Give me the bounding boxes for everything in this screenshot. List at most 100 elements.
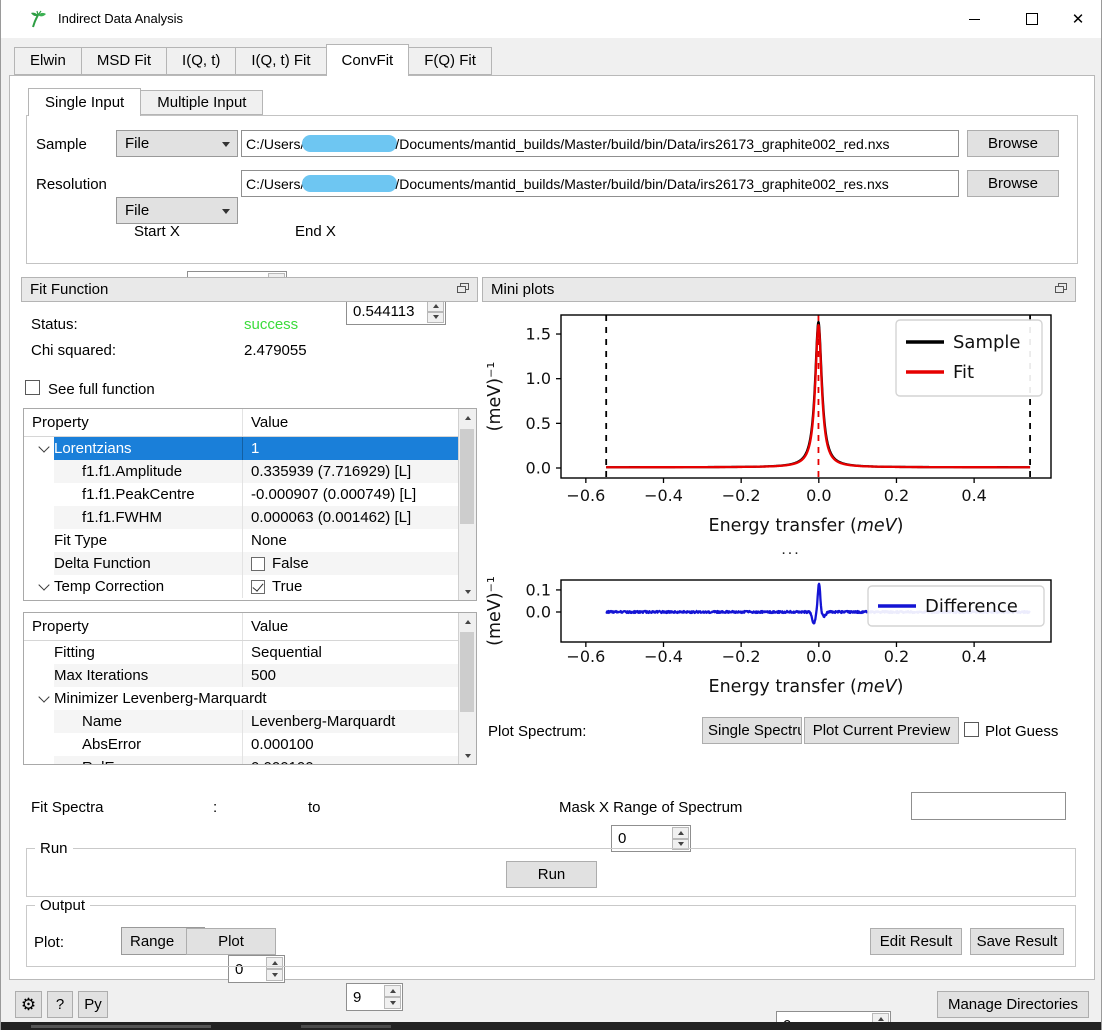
scroll-down-icon[interactable] [459, 747, 476, 764]
tab-iqt-fit[interactable]: I(Q, t) Fit [235, 47, 326, 75]
scrollbar-thumb[interactable] [460, 429, 474, 524]
fit-spectra-colon: : [213, 799, 217, 816]
svg-text:Difference: Difference [925, 596, 1018, 617]
sample-path-field[interactable]: C:/Users//Documents/mantid_builds/Master… [241, 130, 959, 157]
vertical-scrollbar[interactable] [458, 409, 476, 600]
table-row[interactable]: Fit TypeNone [24, 529, 476, 552]
edit-result-button[interactable]: Edit Result [870, 928, 962, 955]
plot-current-preview-button[interactable]: Plot Current Preview [804, 717, 959, 744]
tab-convfit[interactable]: ConvFit [326, 44, 410, 76]
end-x-spinbox[interactable]: 0.544113 [346, 298, 446, 325]
redacted-username-blob [302, 135, 397, 152]
table-row[interactable]: f1.f1.Amplitude0.335939 (7.716929) [L] [24, 460, 476, 483]
resolution-browse-button[interactable]: Browse [967, 170, 1059, 197]
value-text: False [272, 555, 309, 572]
table-row[interactable]: Minimizer Levenberg-Marquardt [24, 687, 476, 710]
column-header-property: Property [24, 618, 242, 635]
chi-squared-value: 2.479055 [244, 342, 307, 359]
sample-source-combo[interactable]: File [116, 130, 238, 157]
run-group-legend: Run [35, 840, 73, 857]
table-row[interactable]: Max Iterations500 [24, 664, 476, 687]
row-gutter [24, 552, 54, 575]
svg-text:−0.2: −0.2 [722, 486, 761, 505]
sample-path-suffix: /Documents/mantid_builds/Master/build/bi… [395, 136, 889, 152]
tab-fq-fit[interactable]: F(Q) Fit [408, 47, 492, 75]
plots-splitter-handle[interactable]: ... [741, 546, 841, 554]
minimize-button[interactable] [951, 0, 997, 38]
spin-down-icon[interactable] [384, 997, 401, 1009]
value-checkbox[interactable] [251, 557, 265, 571]
expander-chevron-icon[interactable] [24, 575, 54, 598]
sample-browse-button[interactable]: Browse [967, 130, 1059, 157]
run-button[interactable]: Run [506, 861, 597, 888]
table-row[interactable]: AbsError0.000100 [24, 733, 476, 756]
scroll-down-icon[interactable] [459, 583, 476, 600]
float-panel-icon[interactable] [1055, 281, 1067, 298]
value-checkbox[interactable] [251, 580, 265, 594]
start-x-label: Start X [134, 223, 180, 240]
manage-directories-button[interactable]: Manage Directories [937, 991, 1089, 1018]
value-cell: 0.000063 (0.001462) [L] [242, 506, 476, 529]
expander-chevron-icon[interactable] [24, 437, 54, 460]
tab-msd-fit[interactable]: MSD Fit [81, 47, 167, 75]
main-tab-bar: Elwin MSD Fit I(Q, t) I(Q, t) Fit ConvFi… [14, 44, 492, 75]
value-cell: False [242, 552, 476, 575]
save-result-button[interactable]: Save Result [970, 928, 1064, 955]
see-full-function-checkbox[interactable] [25, 380, 40, 395]
fit-properties-table[interactable]: PropertyValueLorentzians1f1.f1.Amplitude… [23, 408, 477, 601]
spin-up-icon[interactable] [384, 985, 401, 997]
vertical-scrollbar[interactable] [458, 613, 476, 764]
settings-button[interactable]: ⚙ [15, 991, 42, 1018]
property-cell: Name [54, 710, 242, 733]
table-row[interactable]: FittingSequential [24, 641, 476, 664]
window-title: Indirect Data Analysis [58, 11, 183, 26]
value-cell: Sequential [242, 641, 476, 664]
fit-settings-table[interactable]: PropertyValueFittingSequentialMax Iterat… [23, 612, 477, 765]
plot-guess-checkbox[interactable] [964, 722, 979, 737]
table-row[interactable]: Delta FunctionFalse [24, 552, 476, 575]
table-row[interactable]: Lorentzians1 [24, 437, 476, 460]
tab-elwin[interactable]: Elwin [14, 47, 82, 75]
scroll-up-icon[interactable] [459, 409, 476, 426]
resolution-path-prefix: C:/Users/ [246, 176, 304, 192]
table-row[interactable]: f1.f1.PeakCentre-0.000907 (0.000749) [L] [24, 483, 476, 506]
close-button[interactable]: ✕ [1055, 0, 1101, 38]
spin-up-icon[interactable] [672, 827, 689, 839]
scroll-up-icon[interactable] [459, 613, 476, 630]
mask-range-field[interactable] [911, 792, 1066, 820]
close-icon: ✕ [1072, 12, 1085, 27]
tab-single-input[interactable]: Single Input [28, 88, 141, 116]
spin-down-icon[interactable] [266, 969, 283, 981]
expander-chevron-icon[interactable] [24, 687, 54, 710]
output-plot-button[interactable]: Plot [186, 928, 276, 955]
maximize-button[interactable] [1009, 0, 1055, 38]
scrollbar-thumb[interactable] [460, 632, 474, 712]
table-row[interactable]: f1.f1.FWHM0.000063 (0.001462) [L] [24, 506, 476, 529]
value-text: None [251, 532, 287, 549]
property-cell: f1.f1.PeakCentre [54, 483, 242, 506]
spin-down-icon[interactable] [427, 312, 444, 324]
single-spectrum-button[interactable]: Single Spectrum [702, 717, 802, 744]
svg-text:−0.4: −0.4 [644, 647, 683, 666]
svg-text:Fit: Fit [953, 362, 974, 383]
fit-spectra-label: Fit Spectra [31, 799, 104, 816]
float-panel-icon[interactable] [457, 281, 469, 298]
svg-text:1.5: 1.5 [526, 325, 551, 344]
resolution-label: Resolution [36, 176, 107, 193]
table-row[interactable]: RelError0.000100 [24, 756, 476, 765]
python-export-button[interactable]: Py [78, 991, 108, 1018]
help-button[interactable]: ? [47, 991, 73, 1018]
status-value: success [244, 316, 298, 333]
resolution-path-field[interactable]: C:/Users//Documents/mantid_builds/Master… [241, 170, 959, 197]
resolution-source-combo[interactable]: File [116, 197, 238, 224]
row-gutter [24, 483, 54, 506]
tab-multiple-input[interactable]: Multiple Input [140, 90, 263, 115]
fit-spectra-to-spinbox[interactable]: 9 [346, 983, 403, 1011]
table-row[interactable]: NameLevenberg-Marquardt [24, 710, 476, 733]
table-row[interactable]: Temp CorrectionTrue [24, 575, 476, 598]
svg-text:−0.6: −0.6 [566, 486, 605, 505]
tab-iqt[interactable]: I(Q, t) [166, 47, 236, 75]
svg-text:0.0: 0.0 [806, 486, 831, 505]
svg-text:0.0: 0.0 [526, 458, 551, 477]
value-cell: 500 [242, 664, 476, 687]
